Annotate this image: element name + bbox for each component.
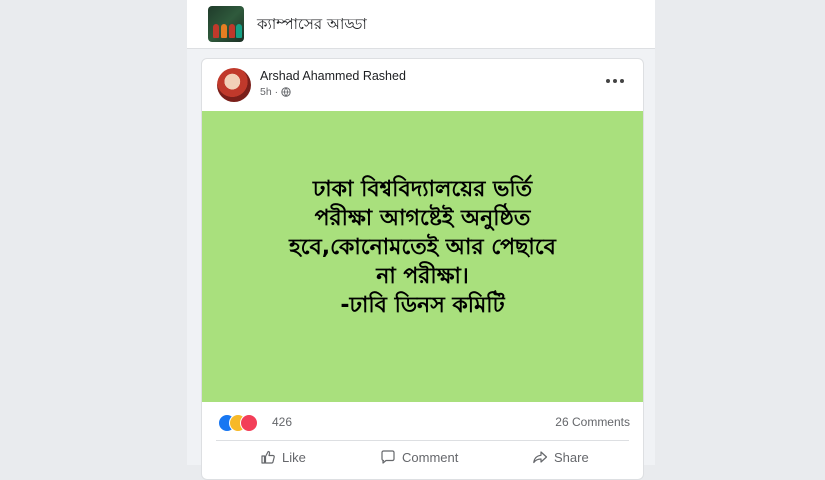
reaction-count[interactable]: 426 <box>272 415 292 429</box>
like-label: Like <box>282 449 306 465</box>
group-name[interactable]: ক্যাম্পাসের আড্ডা <box>257 13 367 38</box>
feed-column: ক্যাম্পাসের আড্ডা Arshad Ahammed Rashed … <box>187 0 655 480</box>
comment-button[interactable]: Comment <box>380 448 458 466</box>
actions-divider <box>216 440 629 441</box>
post-meta: 5h · <box>260 86 291 98</box>
post-text-line: ঢাকা বিশ্ববিদ্যালয়ের ভর্তি <box>312 177 533 202</box>
author-avatar[interactable] <box>217 68 251 102</box>
author-name[interactable]: Arshad Ahammed Rashed <box>260 69 406 83</box>
reaction-icons[interactable] <box>218 414 270 432</box>
share-label: Share <box>554 449 589 465</box>
comments-count[interactable]: 26 Comments <box>555 415 630 429</box>
group-header[interactable]: ক্যাম্পাসের আড্ডা <box>187 0 655 49</box>
post-text: ঢাকা বিশ্ববিদ্যালয়ের ভর্তি পরীক্ষা আগষ্… <box>242 175 603 320</box>
post-text-line: পরীক্ষা আগষ্টেই অনুষ্ঠিত <box>314 206 531 231</box>
love-icon <box>240 414 258 432</box>
share-icon <box>533 451 548 464</box>
post-time[interactable]: 5h · <box>260 86 278 98</box>
post-text-line: হবে,কোনোমতেই আর পেছাবে <box>289 235 556 260</box>
share-button[interactable]: Share <box>532 448 589 466</box>
post-background: ঢাকা বিশ্ববিদ্যালয়ের ভর্তি পরীক্ষা আগষ্… <box>202 111 643 402</box>
more-options-button[interactable] <box>603 74 627 88</box>
thumbs-up-icon <box>261 450 275 464</box>
group-avatar[interactable] <box>208 6 244 42</box>
post-text-line: না পরীক্ষা। <box>376 264 469 289</box>
like-button[interactable]: Like <box>260 448 306 466</box>
post-card: Arshad Ahammed Rashed 5h · ঢাকা বিশ্ববিদ… <box>201 58 644 480</box>
post-text-line: -ঢাবি ডিনস কমিটি <box>340 293 505 318</box>
reactions-bar: 426 26 Comments <box>202 402 643 438</box>
comment-icon <box>381 450 395 464</box>
comment-label: Comment <box>402 449 459 465</box>
globe-icon <box>281 87 291 97</box>
